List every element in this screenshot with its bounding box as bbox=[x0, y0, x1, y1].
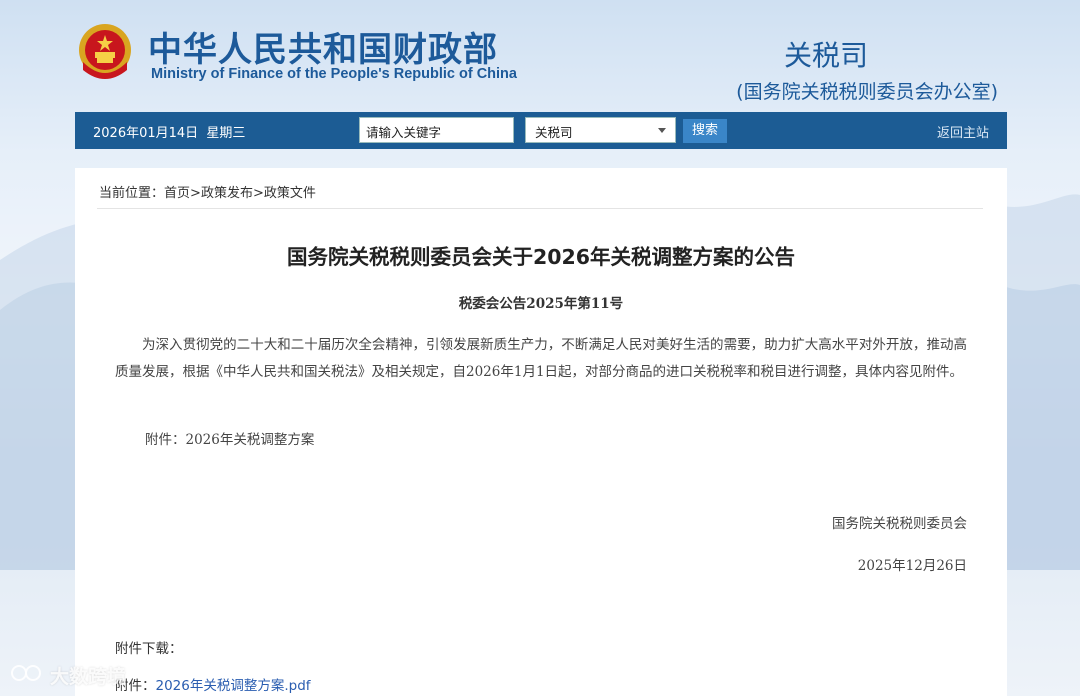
download-item: 附件：2026年关税调整方案.pdf bbox=[115, 674, 311, 694]
breadcrumb-separator: > bbox=[190, 186, 201, 201]
watermark: 大数跨境 bbox=[10, 660, 126, 690]
breadcrumb-prefix: 当前位置： bbox=[99, 186, 165, 201]
return-home-link[interactable]: 返回主站 bbox=[937, 122, 989, 141]
article-title: 国务院关税税则委员会关于2026年关税调整方案的公告 bbox=[286, 245, 796, 269]
ministry-name-en: Ministry of Finance of the People's Repu… bbox=[151, 66, 517, 82]
breadcrumb-item-home[interactable]: 首页 bbox=[164, 186, 190, 201]
breadcrumb: 当前位置：首页>政策发布>政策文件 bbox=[99, 182, 316, 201]
article-signer: 国务院关税税则委员会 bbox=[832, 516, 967, 532]
article-number: 税委会公告2025年第11号 bbox=[458, 296, 624, 312]
breadcrumb-separator: > bbox=[252, 186, 264, 201]
search-input[interactable]: 请输入关键字 bbox=[359, 117, 514, 143]
watermark-logo-icon bbox=[10, 662, 44, 689]
department-subtitle: (国务院关税税则委员会办公室) bbox=[736, 81, 998, 103]
watermark-text: 大数跨境 bbox=[50, 665, 127, 688]
ministry-name-cn: 中华人民共和国财政部 bbox=[148, 30, 498, 70]
national-emblem-icon bbox=[77, 22, 133, 82]
nav-bar: 2026年01月14日 星期三 请输入关键字 关税司 搜索 返回主站 bbox=[75, 112, 1007, 149]
attachment-download-link[interactable]: 2026年关税调整方案.pdf bbox=[156, 678, 311, 694]
download-label: 附件下载： bbox=[115, 641, 183, 657]
department-select[interactable]: 关税司 bbox=[525, 117, 676, 143]
attachment-note: 附件：2026年关税调整方案 bbox=[145, 432, 315, 448]
breadcrumb-item-policy-release[interactable]: 政策发布 bbox=[201, 186, 253, 201]
content-panel: 当前位置：首页>政策发布>政策文件 国务院关税税则委员会关于2026年关税调整方… bbox=[75, 168, 1007, 696]
department-select-value: 关税司 bbox=[535, 125, 573, 140]
article-body: 为深入贯彻党的二十大和二十届历次全会精神，引领发展新质生产力，不断满足人民对美好… bbox=[115, 337, 967, 380]
chevron-down-icon bbox=[658, 128, 666, 133]
department-name: 关税司 bbox=[783, 39, 868, 72]
divider bbox=[97, 208, 983, 209]
current-date: 2026年01月14日 星期三 bbox=[93, 126, 246, 141]
breadcrumb-item-policy-documents[interactable]: 政策文件 bbox=[264, 186, 316, 201]
article-date: 2025年12月26日 bbox=[857, 558, 967, 574]
search-button[interactable]: 搜索 bbox=[683, 119, 727, 143]
site-header: 中华人民共和国财政部 Ministry of Finance of the Pe… bbox=[0, 0, 1080, 112]
